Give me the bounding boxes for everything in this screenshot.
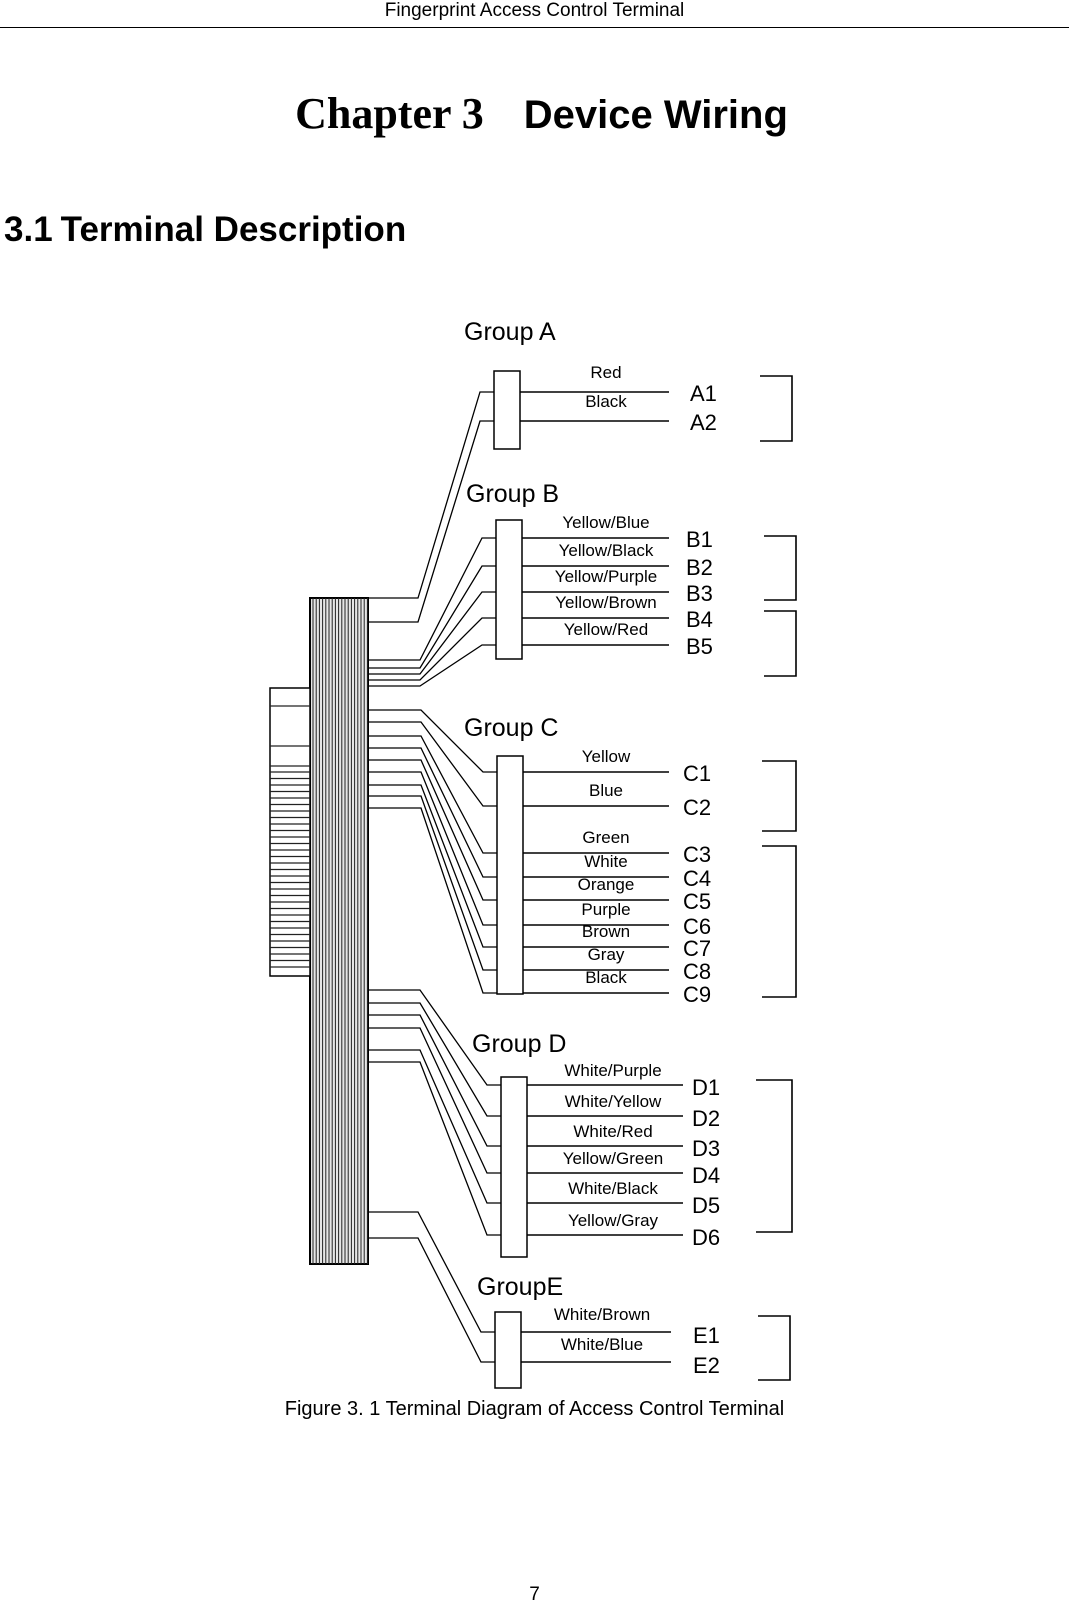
terminal-label: C4 — [683, 866, 711, 891]
wire-color-label: Black — [585, 392, 627, 411]
terminal-label: B5 — [686, 634, 713, 659]
group-title: Group B — [466, 480, 559, 508]
terminal-bracket — [762, 760, 797, 832]
group-title: GroupE — [477, 1273, 563, 1301]
terminal-bracket — [762, 845, 797, 998]
group-title: Group C — [464, 714, 558, 742]
terminal-label: E2 — [693, 1353, 720, 1378]
terminal-label: D4 — [692, 1163, 720, 1188]
feeder-wire — [368, 420, 494, 623]
feeder-wire — [368, 1061, 501, 1236]
wire-color-label: Red — [590, 363, 621, 382]
ribbon-block — [269, 687, 311, 977]
terminal-label: A1 — [690, 381, 717, 406]
wire-color-label: Yellow/Green — [563, 1149, 664, 1168]
wire-color-label: Yellow/Blue — [562, 513, 649, 532]
wire-color-label: Black — [585, 968, 627, 987]
wire-group-b: Group BYellow/Blue B1 Yellow/Black B2 Yellow… — [368, 480, 797, 687]
wire-color-label: Yellow/Purple — [555, 567, 657, 586]
terminal-label: E1 — [693, 1323, 720, 1348]
wire-group-d: Group D White/Purple D1 White/Yellow D2 White… — [368, 989, 793, 1258]
wire-color-label: Yellow/Red — [564, 620, 648, 639]
wire-color-label: Purple — [581, 900, 630, 919]
terminal-label: D1 — [692, 1075, 720, 1100]
terminal-label: C3 — [683, 842, 711, 867]
terminal-label: B1 — [686, 527, 713, 552]
terminal-bracket — [760, 375, 793, 442]
terminal-diagram: Group A Red A1 Black A2 Group BYellow/Blue B1 Y… — [269, 318, 797, 1389]
feeder-wire — [368, 1237, 495, 1363]
terminal-label: D5 — [692, 1193, 720, 1218]
page-number: 7 — [529, 1584, 540, 1605]
wire-color-label: White/Black — [568, 1179, 658, 1198]
terminal-label: C5 — [683, 889, 711, 914]
wire-color-label: Orange — [578, 875, 635, 894]
terminal-label: C9 — [683, 982, 711, 1007]
terminal-label: C1 — [683, 761, 711, 786]
terminal-bracket — [764, 610, 797, 677]
group-title: Group D — [472, 1030, 566, 1058]
terminal-block — [496, 755, 524, 995]
device-body — [269, 597, 369, 1265]
wire-color-label: Green — [582, 828, 629, 847]
terminal-label: B2 — [686, 555, 713, 580]
wire-color-label: White/Purple — [564, 1061, 661, 1080]
terminal-bracket — [756, 1079, 793, 1233]
wire-color-label: Gray — [588, 945, 625, 964]
terminal-label: B3 — [686, 581, 713, 606]
terminal-label: D6 — [692, 1225, 720, 1250]
wire-color-label: Yellow/Gray — [568, 1211, 659, 1230]
figure-caption: Figure 3. 1 Terminal Diagram of Access C… — [284, 1398, 785, 1420]
terminal-label: D2 — [692, 1106, 720, 1131]
terminal-label: A2 — [690, 410, 717, 435]
terminal-block — [500, 1076, 528, 1258]
terminal-label: C2 — [683, 795, 711, 820]
terminal-label: D3 — [692, 1136, 720, 1161]
group-title: Group A — [464, 318, 556, 346]
terminal-bracket — [764, 535, 797, 601]
feeder-wire — [368, 565, 496, 669]
terminal-block — [494, 1311, 522, 1389]
feeder-wire — [368, 807, 497, 994]
terminal-label: C7 — [683, 936, 711, 961]
wire-color-label: White/Red — [573, 1122, 652, 1141]
feeder-wire — [368, 795, 497, 971]
wire-color-label: Blue — [589, 781, 623, 800]
terminal-block — [495, 519, 523, 660]
wire-color-label: Yellow — [582, 747, 631, 766]
feeder-wire — [368, 735, 497, 854]
terminal-bracket — [758, 1315, 791, 1381]
feeder-wire — [368, 591, 496, 675]
wire-color-label: Yellow/Brown — [555, 593, 656, 612]
terminal-label: C8 — [683, 959, 711, 984]
wire-group-e: GroupE White/Brown E1 White/Blue E2 — [368, 1211, 791, 1389]
wire-color-label: Yellow/Black — [559, 541, 654, 560]
wire-color-label: White/Blue — [561, 1335, 643, 1354]
wire-group-c: Group C Yellow C1 Blue C2 Green C3 White C4 Orang… — [368, 709, 797, 1007]
terminal-label: B4 — [686, 607, 713, 632]
feeder-wire — [368, 1211, 495, 1333]
feeder-wire — [368, 771, 497, 926]
wire-color-label: White/Brown — [554, 1305, 650, 1324]
wire-color-label: White — [584, 852, 627, 871]
wire-color-label: White/Yellow — [565, 1092, 662, 1111]
wire-color-label: Brown — [582, 922, 630, 941]
terminal-block — [493, 370, 521, 450]
wire-groups: Group A Red A1 Black A2 Group BYellow/Blue B1 Y… — [368, 318, 797, 1389]
feeder-wire — [368, 1049, 501, 1204]
